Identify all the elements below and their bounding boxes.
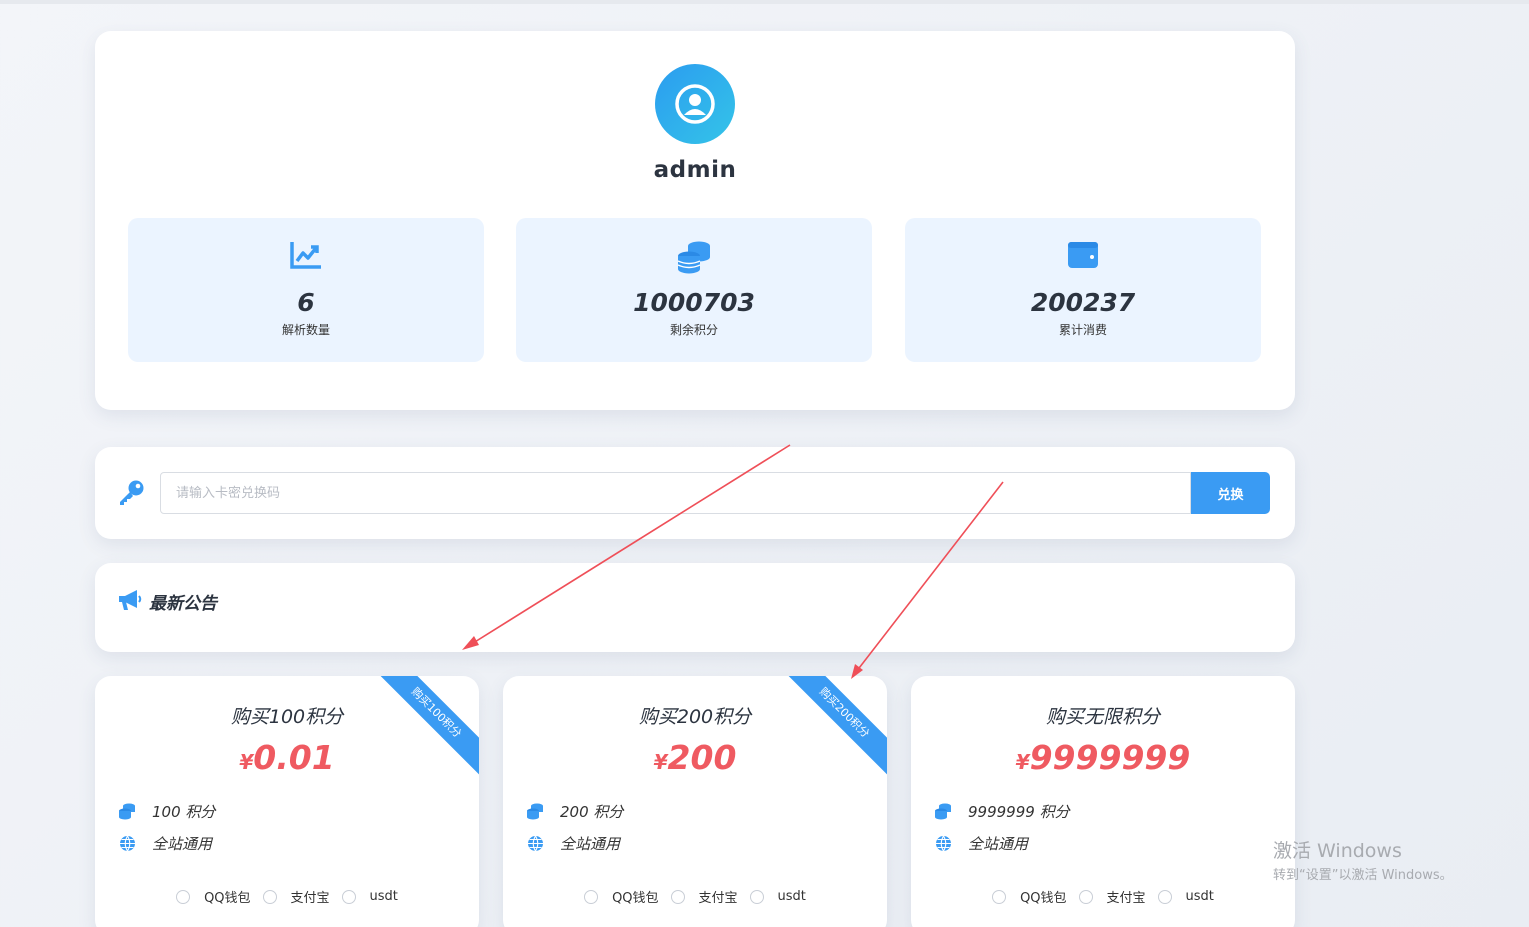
radio-button[interactable] [1157, 889, 1172, 904]
points-text: 200 积分 [560, 802, 624, 821]
package-price: ¥0.01 [95, 738, 479, 777]
avatar [655, 64, 735, 144]
pay-option-qq[interactable]: QQ钱包 [992, 887, 1067, 906]
package-title: 购买100积分 [230, 706, 344, 728]
pay-option-usdt[interactable]: usdt [341, 889, 398, 904]
redeem-card: 兑换 [95, 447, 1295, 539]
currency-symbol: ¥ [1015, 750, 1030, 774]
stat-label: 剩余积分 [669, 323, 718, 337]
payment-options: QQ钱包 支付宝 usdt [503, 887, 887, 906]
radio-button[interactable] [1078, 889, 1093, 904]
megaphone-icon [119, 590, 142, 610]
pay-option-alipay[interactable]: 支付宝 [262, 887, 330, 906]
points-text: 9999999 积分 [968, 802, 1070, 821]
pay-option-alipay[interactable]: 支付宝 [1078, 887, 1146, 906]
payment-options: QQ钱包 支付宝 usdt [911, 887, 1295, 906]
package-points: 9999999 积分 [934, 801, 1070, 821]
globe-icon [935, 835, 951, 852]
package-points: 100 积分 [118, 801, 215, 821]
coins-icon [119, 803, 135, 820]
stat-total-spent: 200237 累计消费 [905, 218, 1261, 362]
radio-button[interactable] [262, 889, 277, 904]
package-price: ¥9999999 [911, 738, 1295, 777]
chart-line-icon [290, 242, 321, 269]
package-scope: 全站通用 [118, 833, 212, 853]
stat-label: 解析数量 [281, 323, 330, 337]
pay-option-usdt[interactable]: usdt [1157, 889, 1214, 904]
package-title: 购买200积分 [638, 706, 752, 728]
wallet-icon [1068, 242, 1098, 268]
activation-watermark-title: 激活 Windows [1273, 840, 1402, 862]
username: admin [653, 157, 737, 183]
radio-button[interactable] [176, 889, 191, 904]
package-card-200[interactable]: 购买200积分 购买200积分 ¥200 200 积分 全站通用 QQ钱包 支付… [503, 676, 887, 927]
currency-symbol: ¥ [239, 750, 254, 774]
package-card-100[interactable]: 购买100积分 购买100积分 ¥0.01 100 积分 全站通用 QQ钱包 支… [95, 676, 479, 927]
package-scope: 全站通用 [526, 833, 620, 853]
coins-icon [935, 803, 951, 820]
package-points: 200 积分 [526, 801, 623, 821]
stat-label: 累计消费 [1058, 323, 1107, 337]
pay-option-alipay[interactable]: 支付宝 [670, 887, 738, 906]
price-amount: 0.01 [253, 738, 335, 777]
pay-option-qq[interactable]: QQ钱包 [584, 887, 659, 906]
radio-button[interactable] [749, 889, 764, 904]
stat-value: 200237 [1030, 288, 1136, 317]
scope-text: 全站通用 [560, 834, 621, 853]
points-text: 100 积分 [152, 802, 216, 821]
scope-text: 全站通用 [152, 834, 213, 853]
top-border [0, 0, 1529, 4]
globe-icon [119, 835, 135, 852]
notice-card: 最新公告 [95, 563, 1295, 652]
pay-option-qq[interactable]: QQ钱包 [176, 887, 251, 906]
currency-symbol: ¥ [653, 750, 668, 774]
radio-button[interactable] [584, 889, 599, 904]
package-price: ¥200 [503, 738, 887, 777]
redeem-button[interactable]: 兑换 [1191, 472, 1270, 514]
package-scope: 全站通用 [934, 833, 1028, 853]
price-amount: 9999999 [1029, 738, 1191, 777]
radio-button[interactable] [341, 889, 356, 904]
profile-card: admin 6 解析数量 1000703 剩余积分 200237 累计消费 [95, 31, 1295, 410]
notice-title: 最新公告 [149, 594, 217, 614]
key-icon [120, 480, 144, 505]
radio-button[interactable] [992, 889, 1007, 904]
user-icon [675, 84, 715, 124]
stat-remaining-points: 1000703 剩余积分 [516, 218, 872, 362]
pay-option-usdt[interactable]: usdt [749, 889, 806, 904]
globe-icon [527, 835, 543, 852]
payment-options: QQ钱包 支付宝 usdt [95, 887, 479, 906]
scope-text: 全站通用 [968, 834, 1029, 853]
package-card-unlimited[interactable]: 购买无限积分 ¥9999999 9999999 积分 全站通用 QQ钱包 支付宝… [911, 676, 1295, 927]
activation-watermark-text: 转到“设置”以激活 Windows。 [1273, 868, 1453, 883]
coins-icon [677, 241, 710, 274]
radio-button[interactable] [670, 889, 685, 904]
price-amount: 200 [667, 738, 737, 777]
coins-icon [527, 803, 543, 820]
stat-parse-count: 6 解析数量 [128, 218, 484, 362]
stat-value: 6 [297, 288, 315, 317]
package-title: 购买无限积分 [1045, 706, 1160, 728]
card-code-input[interactable] [160, 472, 1191, 514]
stat-value: 1000703 [633, 288, 755, 317]
